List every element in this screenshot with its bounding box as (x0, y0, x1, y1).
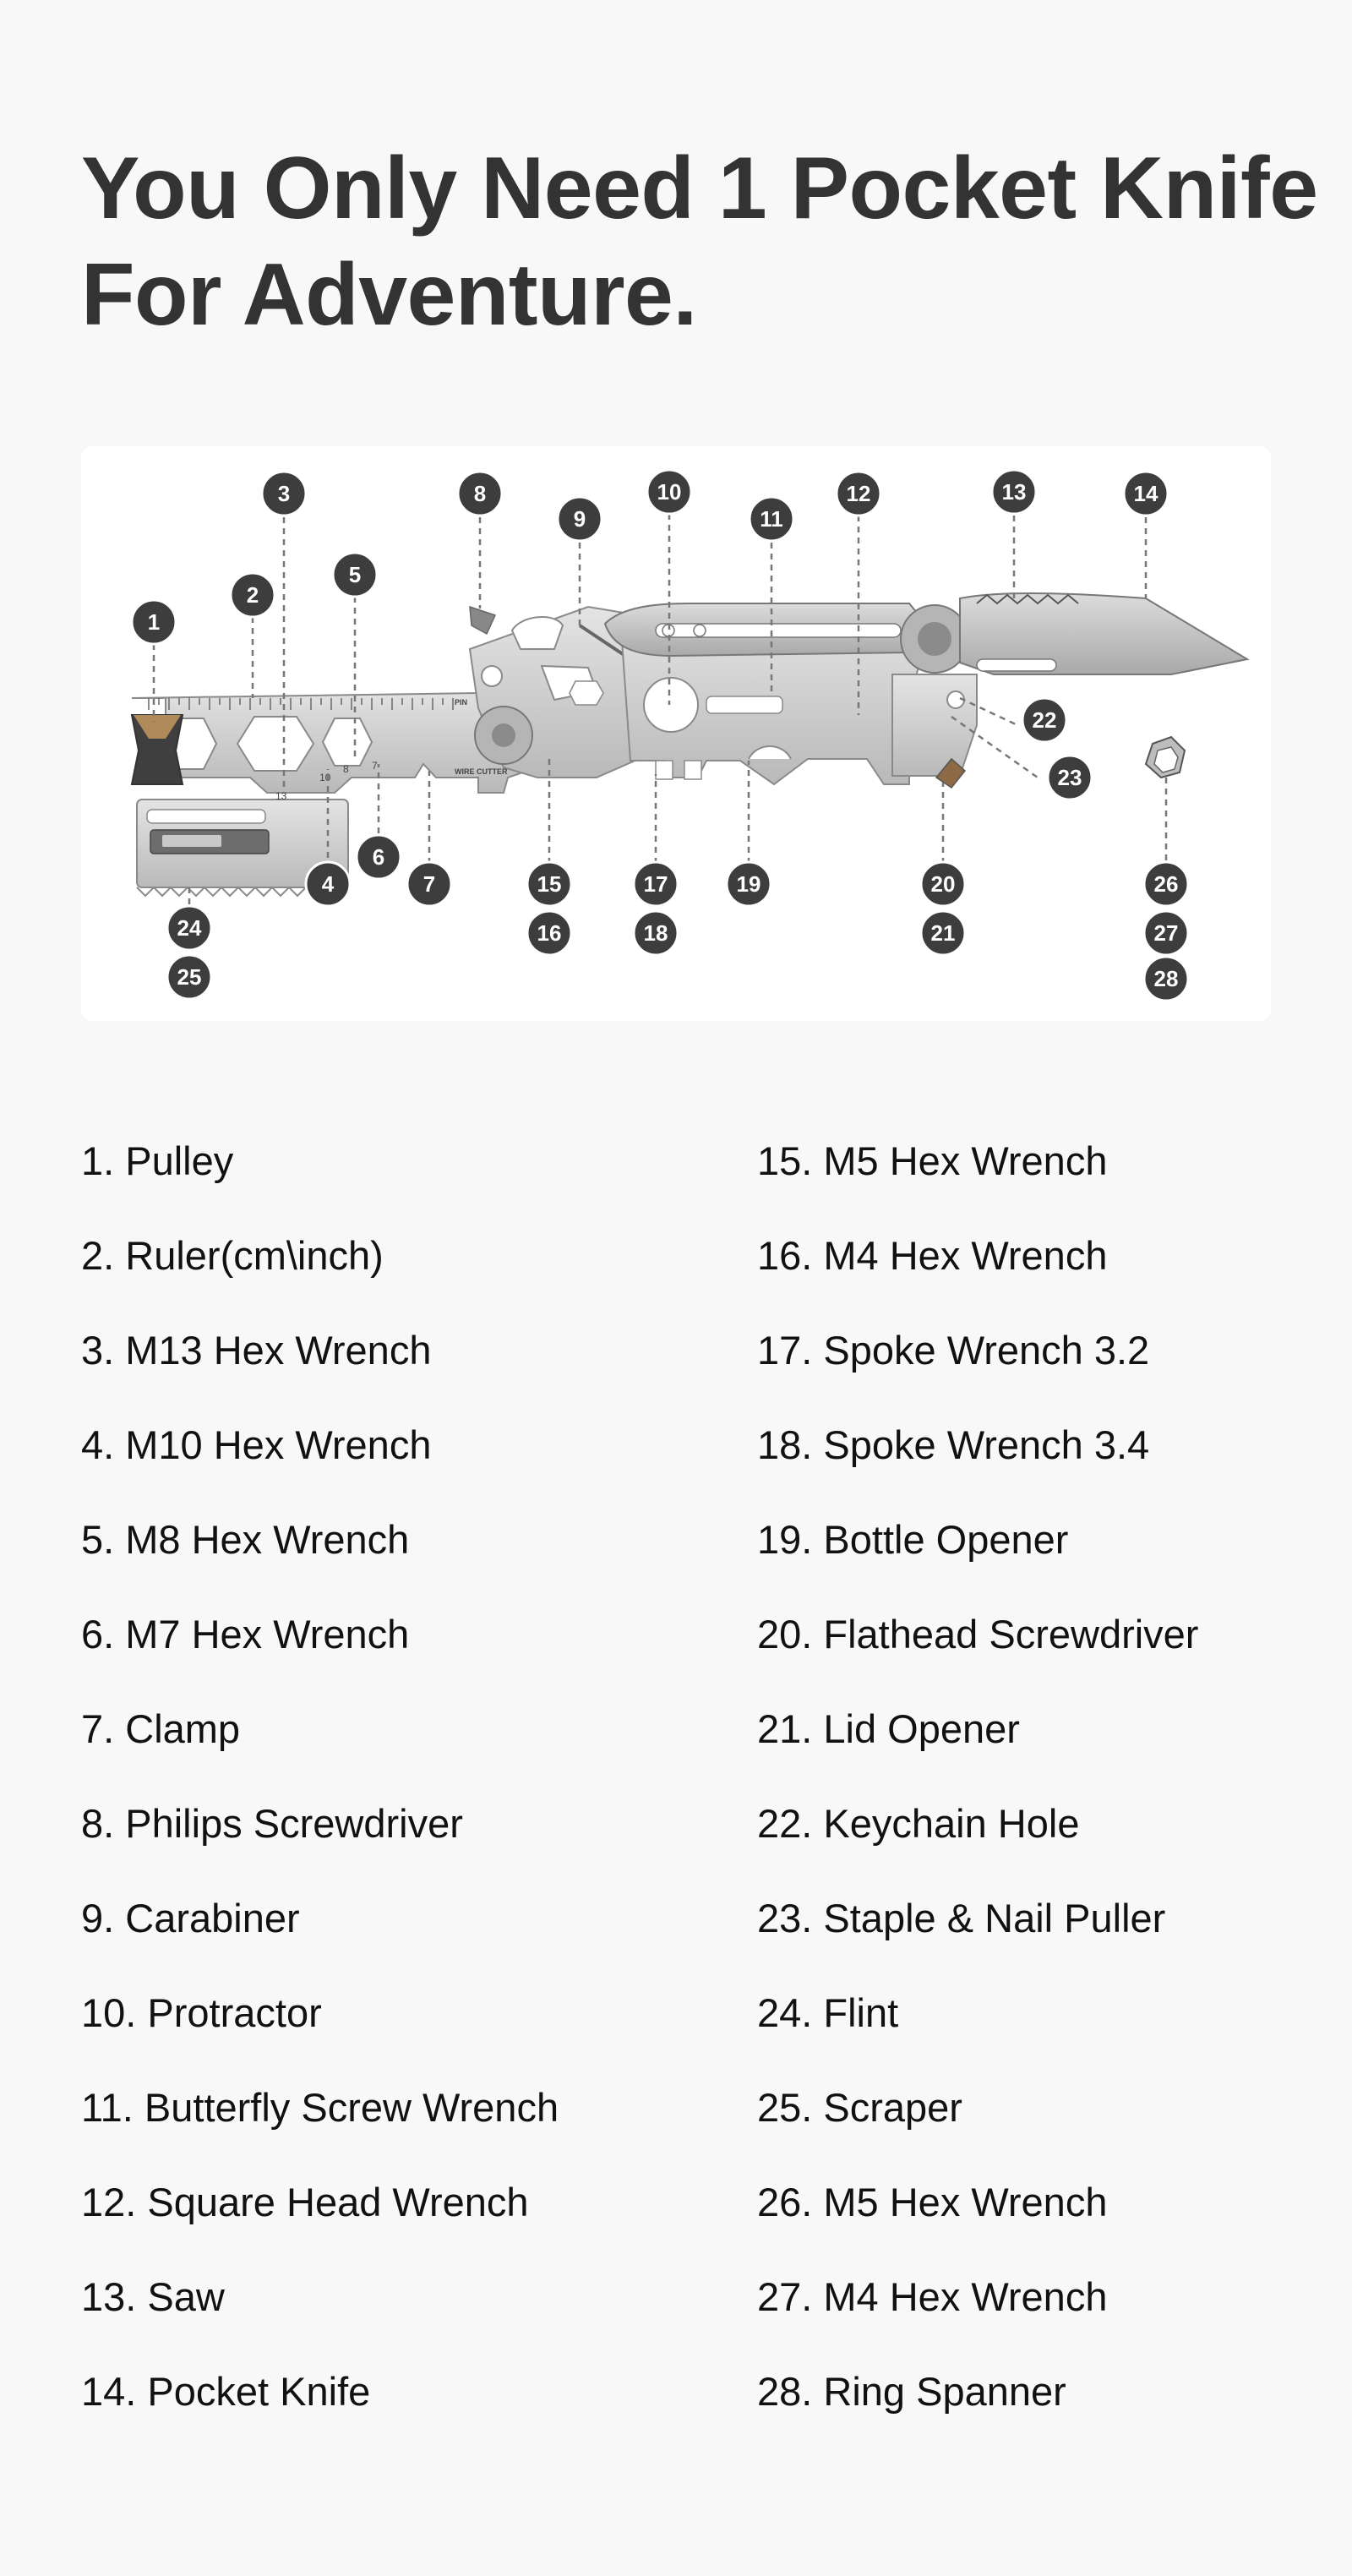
callout-19: 19 (725, 860, 772, 908)
callout-14: 14 (1122, 470, 1169, 517)
svg-text:3: 3 (278, 481, 290, 506)
svg-text:26: 26 (1154, 871, 1179, 897)
callout-5: 5 (331, 551, 379, 598)
callout-10: 10 (646, 468, 693, 516)
feature-item: 15. M5 Hex Wrench (757, 1138, 1108, 1183)
feature-item: 26. M5 Hex Wrench (757, 2180, 1108, 2224)
callout-12: 12 (835, 470, 882, 517)
feature-item: 17. Spoke Wrench 3.2 (757, 1328, 1150, 1373)
feature-item: 6. M7 Hex Wrench (81, 1612, 410, 1656)
callout-2: 2 (229, 571, 276, 619)
feature-item: 2. Ruler(cm\inch) (81, 1233, 384, 1278)
callout-26: 26 (1142, 860, 1190, 908)
engraving-pin: PIN (455, 698, 467, 707)
svg-text:24: 24 (177, 915, 202, 941)
callout-4: 4 (304, 860, 352, 908)
feature-list-right-column: 15. M5 Hex Wrench 16. M4 Hex Wrench 17. … (757, 1114, 1281, 2439)
svg-text:1: 1 (148, 609, 160, 635)
callout-28: 28 (1142, 955, 1190, 1002)
callout-1: 1 (130, 598, 177, 646)
svg-text:5: 5 (349, 562, 361, 587)
svg-text:20: 20 (931, 871, 956, 897)
svg-text:17: 17 (644, 871, 668, 897)
multitool-diagram-card: WIRE CUTTER PIN 13 10 8 7 1 2 3 4 5 6 7 … (81, 446, 1271, 1021)
feature-item: 7. Clamp (81, 1706, 241, 1751)
callout-15: 15 (526, 860, 573, 908)
svg-text:4: 4 (322, 871, 335, 897)
feature-item: 27. M4 Hex Wrench (757, 2274, 1108, 2319)
svg-text:19: 19 (737, 871, 761, 897)
feature-item: 14. Pocket Knife (81, 2369, 371, 2414)
svg-text:22: 22 (1033, 707, 1057, 733)
feature-list-left-column: 1. Pulley 2. Ruler(cm\inch) 3. M13 Hex W… (81, 1114, 740, 2439)
svg-text:28: 28 (1154, 966, 1179, 991)
svg-text:9: 9 (574, 506, 586, 532)
svg-text:16: 16 (537, 920, 562, 946)
feature-item: 9. Carabiner (81, 1896, 300, 1940)
svg-text:23: 23 (1058, 765, 1082, 790)
feature-item: 16. M4 Hex Wrench (757, 1233, 1108, 1278)
callout-9: 9 (556, 495, 603, 543)
page-headline: You Only Need 1 Pocket Knife For Adventu… (81, 135, 1318, 348)
callout-16: 16 (526, 909, 573, 957)
callout-27: 27 (1142, 909, 1190, 957)
feature-item: 28. Ring Spanner (757, 2369, 1066, 2414)
engraving-scale-10: 10 (319, 772, 331, 783)
callout-18: 18 (632, 909, 679, 957)
feature-item: 11. Butterfly Screw Wrench (81, 2085, 559, 2130)
feature-item: 19. Bottle Opener (757, 1517, 1069, 1562)
feature-item: 5. M8 Hex Wrench (81, 1517, 410, 1562)
feature-item: 21. Lid Opener (757, 1706, 1020, 1751)
feature-item: 24. Flint (757, 1990, 899, 2035)
svg-text:12: 12 (847, 481, 871, 506)
feature-item: 8. Philips Screwdriver (81, 1801, 463, 1846)
engraving-scale-13: 13 (275, 790, 287, 802)
svg-text:21: 21 (931, 920, 956, 946)
svg-text:2: 2 (247, 582, 259, 608)
feature-item: 23. Staple & Nail Puller (757, 1896, 1166, 1940)
callout-3: 3 (260, 470, 308, 517)
svg-text:14: 14 (1134, 481, 1158, 506)
feature-item: 13. Saw (81, 2274, 225, 2319)
feature-item: 20. Flathead Screwdriver (757, 1612, 1199, 1656)
callout-23: 23 (1046, 754, 1093, 801)
engraving-scale-7: 7 (372, 760, 378, 772)
callout-6: 6 (355, 833, 402, 881)
svg-text:7: 7 (423, 871, 435, 897)
callout-11: 11 (748, 495, 795, 543)
headline-line-1: You Only Need 1 Pocket Knife (81, 139, 1318, 237)
feature-item: 18. Spoke Wrench 3.4 (757, 1422, 1150, 1467)
callout-20: 20 (919, 860, 967, 908)
feature-item: 25. Scraper (757, 2085, 962, 2130)
engraving-scale-8: 8 (343, 763, 349, 775)
svg-text:6: 6 (373, 844, 384, 870)
callout-25: 25 (166, 953, 213, 1001)
svg-text:13: 13 (1002, 479, 1027, 505)
callout-17: 17 (632, 860, 679, 908)
callout-24: 24 (166, 904, 213, 952)
svg-text:25: 25 (177, 964, 202, 990)
multitool-diagram: WIRE CUTTER PIN 13 10 8 7 1 2 3 4 5 6 7 … (130, 468, 1250, 1002)
callout-8: 8 (456, 470, 504, 517)
engraving-wire-cutter: WIRE CUTTER (455, 767, 508, 776)
feature-item: 22. Keychain Hole (757, 1801, 1080, 1846)
callout-7: 7 (406, 860, 453, 908)
feature-item: 10. Protractor (81, 1990, 322, 2035)
headline-line-2: For Adventure. (81, 246, 697, 344)
svg-text:27: 27 (1154, 920, 1179, 946)
svg-text:11: 11 (760, 506, 783, 532)
svg-text:18: 18 (644, 920, 668, 946)
svg-text:15: 15 (537, 871, 562, 897)
feature-item: 12. Square Head Wrench (81, 2180, 529, 2224)
svg-text:8: 8 (474, 481, 486, 506)
svg-text:10: 10 (657, 479, 682, 505)
feature-item: 1. Pulley (81, 1138, 234, 1183)
callout-13: 13 (990, 468, 1038, 516)
callout-22: 22 (1021, 696, 1068, 744)
multitool-body (130, 592, 1250, 898)
feature-item: 4. M10 Hex Wrench (81, 1422, 432, 1467)
callout-21: 21 (919, 909, 967, 957)
feature-item: 3. M13 Hex Wrench (81, 1328, 432, 1373)
